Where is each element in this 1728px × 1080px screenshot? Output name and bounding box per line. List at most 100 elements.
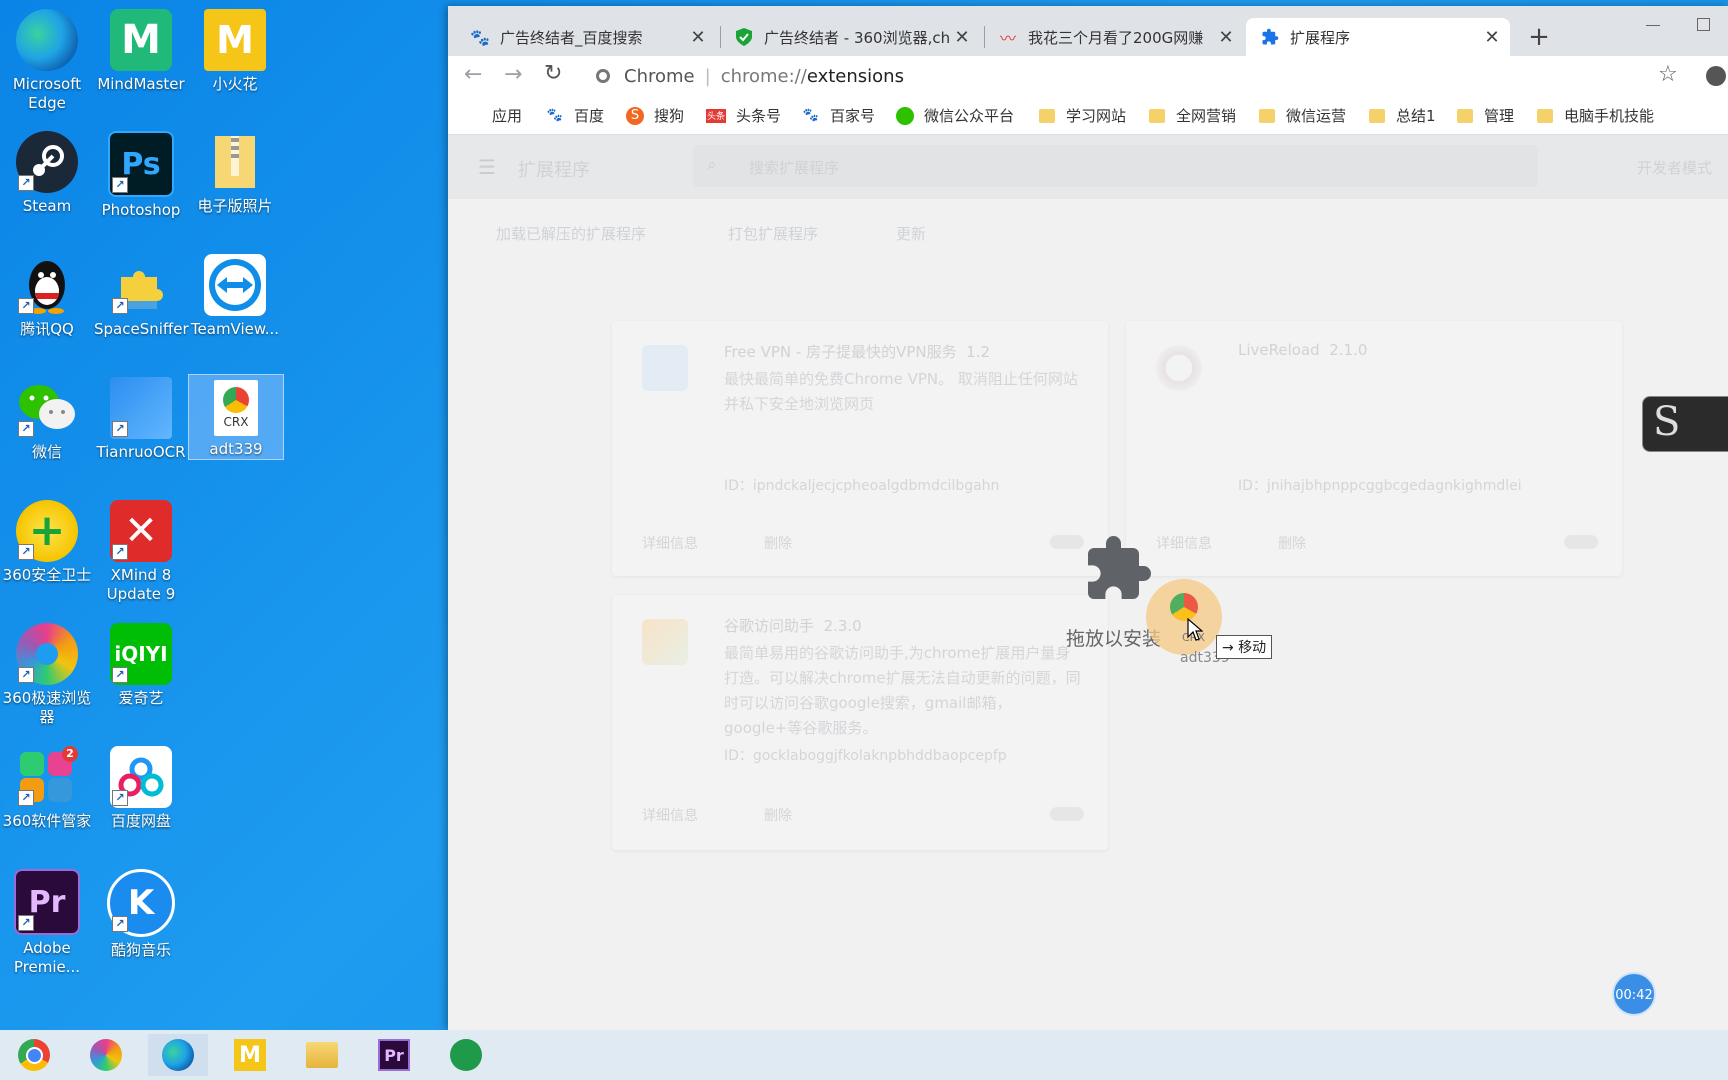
tab-article[interactable]: 〰 我花三个月看了200G网赚 ✕ [984,18,1244,56]
floating-input-widget[interactable]: S [1642,396,1728,452]
bookmark-label: 应用 [492,107,523,125]
star-icon[interactable]: ☆ [1658,62,1678,87]
desktop-icon-xiaohuohua[interactable]: M 小火花 [188,4,282,94]
load-unpacked-button[interactable]: 加载已解压的扩展程序 [496,223,646,244]
recording-timer[interactable]: 00:42 [1612,972,1656,1016]
maximize-button[interactable] [1688,14,1718,34]
update-button[interactable]: 更新 [896,223,926,244]
bookmark-wechat-mp[interactable]: 微信公众平台 [896,105,1014,126]
bookmark-folder-summary[interactable]: 总结1 [1368,105,1436,126]
remove-button[interactable]: 删除 [764,805,792,825]
details-button[interactable]: 详细信息 [1156,533,1212,553]
desktop-icon-baidu-netdisk[interactable]: ↗ 百度网盘 [94,741,188,831]
bookmark-folder-study[interactable]: 学习网站 [1038,105,1126,126]
desktop-icon-edge[interactable]: Microsoft Edge [0,4,94,113]
desktop-icon-spacesniffer[interactable]: ↗ SpaceSniffer [94,249,189,339]
desktop-icon-360-manager[interactable]: 2 ↗ 360软件管家 [0,741,94,831]
menu-icon[interactable]: ☰ [478,155,496,179]
notification-badge: 2 [62,746,78,762]
drag-move-tooltip: → 移动 [1216,635,1273,659]
desktop-icon-qq[interactable]: ↗ 腾讯QQ [0,249,94,339]
tab-extensions[interactable]: 扩展程序 ✕ [1246,18,1510,56]
bookmark-sogou[interactable]: S 搜狗 [626,105,684,126]
desktop-icon-360-safe[interactable]: + ↗ 360安全卫士 [0,495,94,585]
taskbar-chrome[interactable] [4,1034,64,1076]
omnibox[interactable]: Chrome | chrome:// extensions [584,59,1584,93]
bookmark-apps[interactable]: 应用 [466,105,522,126]
forward-icon[interactable]: → [504,62,522,87]
bookmark-label: 微信公众平台 [924,107,1015,125]
desktop-icon-xmind[interactable]: ✕ ↗ XMind 8 Update 9 [94,495,188,604]
desktop-icon-steam[interactable]: ↗ Steam [0,126,94,216]
enable-toggle[interactable] [1050,807,1084,821]
profile-icon[interactable] [1706,66,1726,86]
baidu-paw-icon: 🐾 [546,108,564,123]
bookmark-label: 搜狗 [654,107,685,125]
desktop-icon-label: 小火花 [212,75,258,93]
desktop-icon-kugou[interactable]: K ↗ 酷狗音乐 [94,864,188,960]
details-button[interactable]: 详细信息 [642,805,698,825]
desktop-icon-premiere[interactable]: Pr ↗ Adobe Premie... [0,864,94,977]
url-path: extensions [806,65,904,87]
desktop-icon-label: TeamView... [190,320,280,338]
desktop-icon-adt339[interactable]: CRX adt339 [188,374,284,460]
developer-mode-toggle-label[interactable]: 开发者模式 [1637,157,1712,178]
enable-toggle[interactable] [1050,535,1084,549]
minimize-icon [1646,25,1660,26]
chrome-site-icon [596,69,610,83]
tab-360-browser[interactable]: 广告终结者 - 360浏览器,ch ✕ [720,18,980,56]
mindmaster-icon: M [110,9,172,71]
desktop-icon-photos-folder[interactable]: 电子版照片 [188,126,282,216]
new-tab-button[interactable]: + [1524,22,1554,52]
bookmark-label: 管理 [1484,107,1515,125]
iqiyi-icon: iQIYI ↗ [110,623,172,685]
desktop-icon-wechat[interactable]: ↗ 微信 [0,372,94,462]
taskbar-premiere[interactable]: Pr [364,1034,424,1076]
bookmark-folder-skills[interactable]: 电脑手机技能 [1536,105,1654,126]
wechat-icon [896,106,914,125]
taskbar-green-app[interactable] [436,1034,496,1076]
bookmark-folder-manage[interactable]: 管理 [1456,105,1514,126]
tab-baidu-search[interactable]: 🐾 广告终结者_百度搜索 ✕ [456,18,716,56]
baidu-paw-icon: 🐾 [470,27,490,47]
desktop-icon-label: Microsoft Edge [12,75,82,112]
taskbar-file-explorer[interactable] [292,1034,352,1076]
360-safe-icon: + ↗ [16,500,78,562]
bookmark-folder-wechat-ops[interactable]: 微信运营 [1258,105,1346,126]
bookmark-baijiahao[interactable]: 🐾 百家号 [802,105,875,126]
desktop-icon-photoshop[interactable]: Ps ↗ Photoshop [94,126,188,220]
bookmark-folder-marketing[interactable]: 全网营销 [1148,105,1236,126]
minimize-button[interactable] [1638,14,1668,34]
search-box[interactable]: ⌕ 搜索扩展程序 [693,145,1538,187]
bookmark-baidu[interactable]: 🐾 百度 [546,105,604,126]
desktop-icon-label: adt339 [209,440,263,458]
tianruo-ocr-icon: ↗ [110,377,172,439]
remove-button[interactable]: 删除 [764,533,792,553]
reload-icon[interactable]: ↻ [544,61,562,86]
desktop-icon-teamviewer[interactable]: TeamView... [188,249,282,339]
back-icon[interactable]: ← [464,62,482,87]
desktop-icon-label: 爱奇艺 [118,689,164,707]
shield-icon [734,27,754,47]
bookmark-toutiao[interactable]: 头条 头条号 [706,105,781,126]
remove-button[interactable]: 删除 [1278,533,1306,553]
bookmark-label: 百度 [574,107,605,125]
details-button[interactable]: 详细信息 [642,533,698,553]
livereload-icon [1156,345,1202,391]
taskbar-xiaohuohua[interactable]: M [220,1034,280,1076]
enable-toggle[interactable] [1564,535,1598,549]
close-icon[interactable]: ✕ [1216,27,1236,48]
folder-icon [1456,107,1474,125]
desktop-icon-mindmaster[interactable]: M MindMaster [94,4,188,94]
taskbar-360-browser[interactable] [76,1034,136,1076]
desktop-icon-tianruo-ocr[interactable]: ↗ TianruoOCR [94,372,188,462]
close-icon[interactable]: ✕ [952,27,972,48]
desktop-icon-label: SpaceSniffer [94,320,189,338]
taskbar-edge[interactable] [148,1034,208,1076]
desktop-icon-360-browser[interactable]: ↗ 360极速浏览器 [0,618,94,727]
pack-extension-button[interactable]: 打包扩展程序 [728,223,818,244]
desktop-icon-iqiyi[interactable]: iQIYI ↗ 爱奇艺 [94,618,188,708]
close-icon[interactable]: ✕ [1482,27,1502,48]
extensions-header: ☰ 扩展程序 ⌕ 搜索扩展程序 开发者模式 [448,135,1728,199]
close-icon[interactable]: ✕ [688,27,708,48]
